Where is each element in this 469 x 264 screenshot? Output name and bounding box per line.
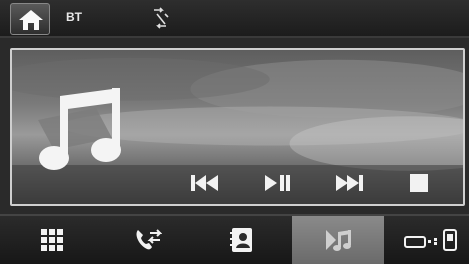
playback-controls: [12, 166, 463, 202]
call-tab[interactable]: [102, 216, 194, 264]
apps-grid-icon: [41, 229, 63, 251]
bottom-dock: [0, 214, 469, 264]
previous-track-icon: [191, 175, 218, 191]
play-pause-icon: [265, 175, 290, 191]
contacts-icon: [230, 228, 252, 252]
apps-tab[interactable]: [10, 216, 102, 264]
next-track-icon: [336, 175, 363, 191]
status-bar: BT: [0, 0, 469, 38]
next-track-button[interactable]: [328, 166, 370, 200]
player-panel: [10, 48, 465, 206]
bt-title: BT: [66, 10, 82, 24]
sync-arrows-icon: [154, 7, 169, 29]
stop-icon: [410, 174, 428, 192]
stop-button[interactable]: [402, 166, 444, 200]
music-tab[interactable]: [292, 216, 384, 264]
bt-music-screen: BT: [0, 0, 469, 264]
music-icon: [326, 230, 351, 251]
music-note-icon: [38, 88, 121, 170]
play-pause-button[interactable]: [257, 166, 299, 200]
device-tab[interactable]: [384, 216, 469, 264]
previous-track-button[interactable]: [184, 166, 226, 200]
home-button[interactable]: [10, 3, 50, 35]
contacts-tab[interactable]: [196, 216, 288, 264]
phone-device-icon: [404, 229, 457, 251]
call-transfer-icon: [136, 229, 162, 250]
home-icon: [19, 10, 43, 30]
